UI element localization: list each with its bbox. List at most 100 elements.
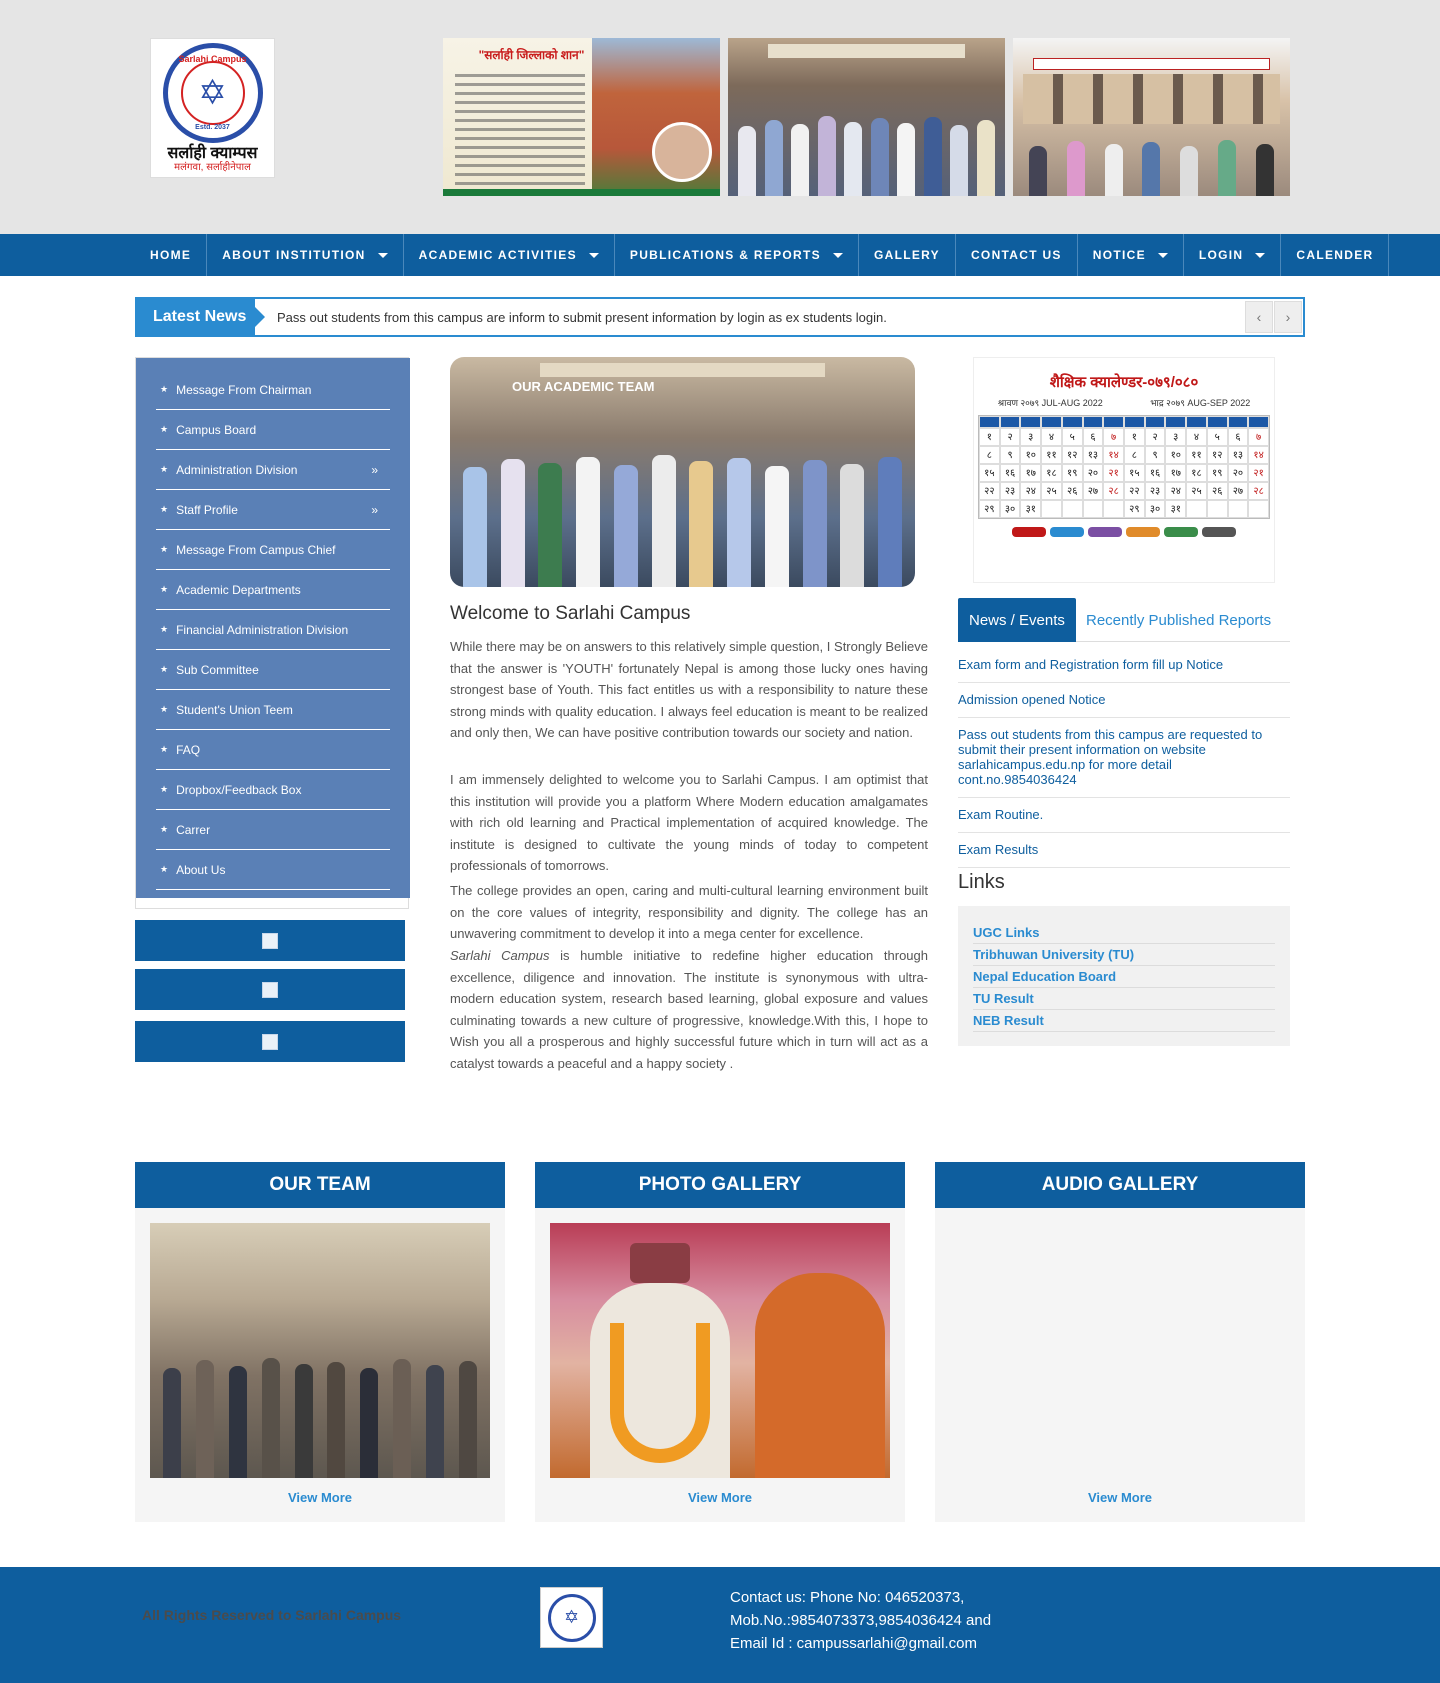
nav-item-academic-activities[interactable]: ACADEMIC ACTIVITIES [404, 234, 615, 276]
sidebar-item-financial-administration-division[interactable]: ★ Financial Administration Division [156, 610, 390, 650]
link-item[interactable]: Nepal Education Board [973, 966, 1275, 988]
calendar-day-cell [1103, 500, 1124, 518]
our-team-photo[interactable] [150, 1223, 490, 1478]
calendar-day-cell: १० [1165, 446, 1187, 464]
link-item[interactable]: Tribhuwan University (TU) [973, 944, 1275, 966]
calendar-day-cell [1206, 500, 1228, 518]
submenu-arrow-icon: » [371, 462, 378, 477]
nav-item-gallery[interactable]: GALLERY [859, 234, 956, 276]
star-icon: ★ [160, 784, 169, 794]
nav-item-publications-reports[interactable]: PUBLICATIONS & REPORTS [615, 234, 859, 276]
calendar-day-cell: ४ [1186, 428, 1207, 446]
sidebar-item-message-from-chairman[interactable]: ★ Message From Chairman [156, 370, 390, 410]
caret-down-icon [377, 252, 388, 258]
calendar-day-cell [1061, 500, 1083, 518]
news-item[interactable]: Exam Results [958, 833, 1290, 868]
calendar-day-cell: १८ [1186, 464, 1207, 482]
calendar-day-cell: २५ [1186, 482, 1207, 500]
nav-item-about-institution[interactable]: ABOUT INSTITUTION [207, 234, 404, 276]
sidebar-banner-button-3[interactable] [135, 1021, 405, 1062]
sidebar-item-faq[interactable]: ★ FAQ [156, 730, 390, 770]
banner-paper-title: "सर्लाही जिल्लाको शान" [478, 48, 585, 62]
sidebar-item-student-s-union-teem[interactable]: ★ Student's Union Teem [156, 690, 390, 730]
nav-item-home[interactable]: HOME [135, 234, 208, 276]
nav-item-login[interactable]: LOGIN [1184, 234, 1282, 276]
calendar-day-cell: २७ [1082, 482, 1104, 500]
nav-item-notice[interactable]: NOTICE [1078, 234, 1184, 276]
calendar-day-cell: २५ [1041, 482, 1062, 500]
news-item[interactable]: Pass out students from this campus are r… [958, 718, 1290, 798]
calendar-day-cell: १७ [1020, 464, 1042, 482]
footer-contact-email[interactable]: Email Id : campussarlahi@gmail.com [730, 1632, 991, 1655]
sidebar-banner-button-1[interactable] [135, 920, 405, 961]
sidebar-item-staff-profile[interactable]: ★ Staff Profile » [156, 490, 390, 530]
sidebar-item-campus-board[interactable]: ★ Campus Board [156, 410, 390, 450]
academic-team-slider[interactable]: OUR ACADEMIC TEAM [450, 357, 915, 587]
sidebar-item-label: FAQ [176, 742, 201, 757]
star-icon: ★ [160, 624, 169, 634]
hero-people [450, 427, 915, 587]
tab-news-events[interactable]: News / Events [958, 598, 1076, 642]
nav-item-label: PUBLICATIONS & REPORTS [629, 248, 821, 262]
sidebar-item-academic-departments[interactable]: ★ Academic Departments [156, 570, 390, 610]
academic-calendar-image[interactable]: शैक्षिक क्यालेण्डर-०७९/०८० श्रावण २०७९ J… [973, 357, 1275, 583]
news-item[interactable]: Exam Routine. [958, 798, 1290, 833]
sidebar-item-about-us[interactable]: ★ About Us [156, 850, 390, 890]
calendar-day-cell: २१ [1248, 464, 1269, 482]
tab-published-reports[interactable]: Recently Published Reports [1086, 598, 1271, 642]
ticker-next-button[interactable]: › [1274, 301, 1302, 333]
banner-team-photo [728, 38, 1005, 196]
nav-item-label: GALLERY [873, 248, 940, 262]
sidebar-item-label: About Us [176, 862, 226, 877]
calendar-day-cell: १३ [1082, 446, 1104, 464]
broken-image-icon [262, 981, 278, 998]
photo-gallery-photo[interactable] [550, 1223, 890, 1478]
link-item[interactable]: NEB Result [973, 1010, 1275, 1032]
photo-gallery-view-more[interactable]: View More [535, 1490, 905, 1505]
sidebar-item-label: Carrer [176, 822, 211, 837]
campus-logo[interactable]: Sarlahi Campus ✡ Estd. 2037 सर्लाही क्या… [150, 38, 275, 178]
sidebar-item-dropbox-feedback-box[interactable]: ★ Dropbox/Feedback Box [156, 770, 390, 810]
nav-item-calender[interactable]: CALENDER [1281, 234, 1390, 276]
hero-caption: OUR ACADEMIC TEAM [512, 379, 655, 394]
nav-item-contact-us[interactable]: CONTACT US [956, 234, 1078, 276]
sidebar-item-message-from-campus-chief[interactable]: ★ Message From Campus Chief [156, 530, 390, 570]
link-item[interactable]: UGC Links [973, 922, 1275, 944]
footer-contact-mobile: Mob.No.:9854073373,9854036424 and [730, 1612, 992, 1629]
sidebar-item-label: Sub Committee [176, 662, 259, 677]
ticker-text[interactable]: Pass out students from this campus are i… [277, 299, 887, 335]
news-item[interactable]: Exam form and Registration form fill up … [958, 648, 1290, 683]
calendar-day-cell: १९ [1061, 464, 1083, 482]
calendar-day-cell: ३१ [1020, 500, 1042, 518]
welcome-paragraph-2: I am immensely delighted to welcome you … [450, 772, 928, 873]
link-item[interactable]: TU Result [973, 988, 1275, 1010]
news-list: Exam form and Registration form fill up … [958, 648, 1290, 868]
logo-nepali-sub: मलंगवा, सर्लाहीनेपाल [174, 162, 251, 173]
banner-paper-lines [455, 68, 585, 196]
submenu-arrow-icon: » [371, 502, 378, 517]
sidebar-item-label: Message From Campus Chief [176, 542, 336, 557]
calendar-weekday-cell [1227, 416, 1249, 428]
calendar-weekday-cell [1123, 416, 1145, 428]
sidebar-banner-button-2[interactable] [135, 969, 405, 1010]
calendar-day-cell: १८ [1041, 464, 1062, 482]
sidebar-item-sub-committee[interactable]: ★ Sub Committee [156, 650, 390, 690]
our-team-title: OUR TEAM [135, 1162, 505, 1208]
nav-item-label: CALENDER [1296, 248, 1374, 262]
sidebar-item-carrer[interactable]: ★ Carrer [156, 810, 390, 850]
calendar-months: श्रावण २०७९ JUL-AUG 2022 भाद्र २०७९ AUG-… [974, 396, 1274, 409]
sidebar-item-administration-division[interactable]: ★ Administration Division » [156, 450, 390, 490]
hero-sign [540, 363, 825, 377]
ticker-prev-button[interactable]: ‹ [1245, 301, 1273, 333]
star-icon: ★ [160, 824, 169, 834]
links-title: Links [958, 871, 1005, 893]
nav-item-label: CONTACT US [970, 248, 1062, 262]
star-icon: ★ [160, 864, 169, 874]
news-item[interactable]: Admission opened Notice [958, 683, 1290, 718]
logo-emblem: Sarlahi Campus ✡ Estd. 2037 [162, 43, 263, 143]
calendar-day-cell: ३० [999, 500, 1021, 518]
gallery-garland [610, 1323, 710, 1463]
our-team-view-more[interactable]: View More [135, 1490, 505, 1505]
audio-gallery-view-more[interactable]: View More [935, 1490, 1305, 1505]
broken-image-icon [262, 932, 278, 949]
